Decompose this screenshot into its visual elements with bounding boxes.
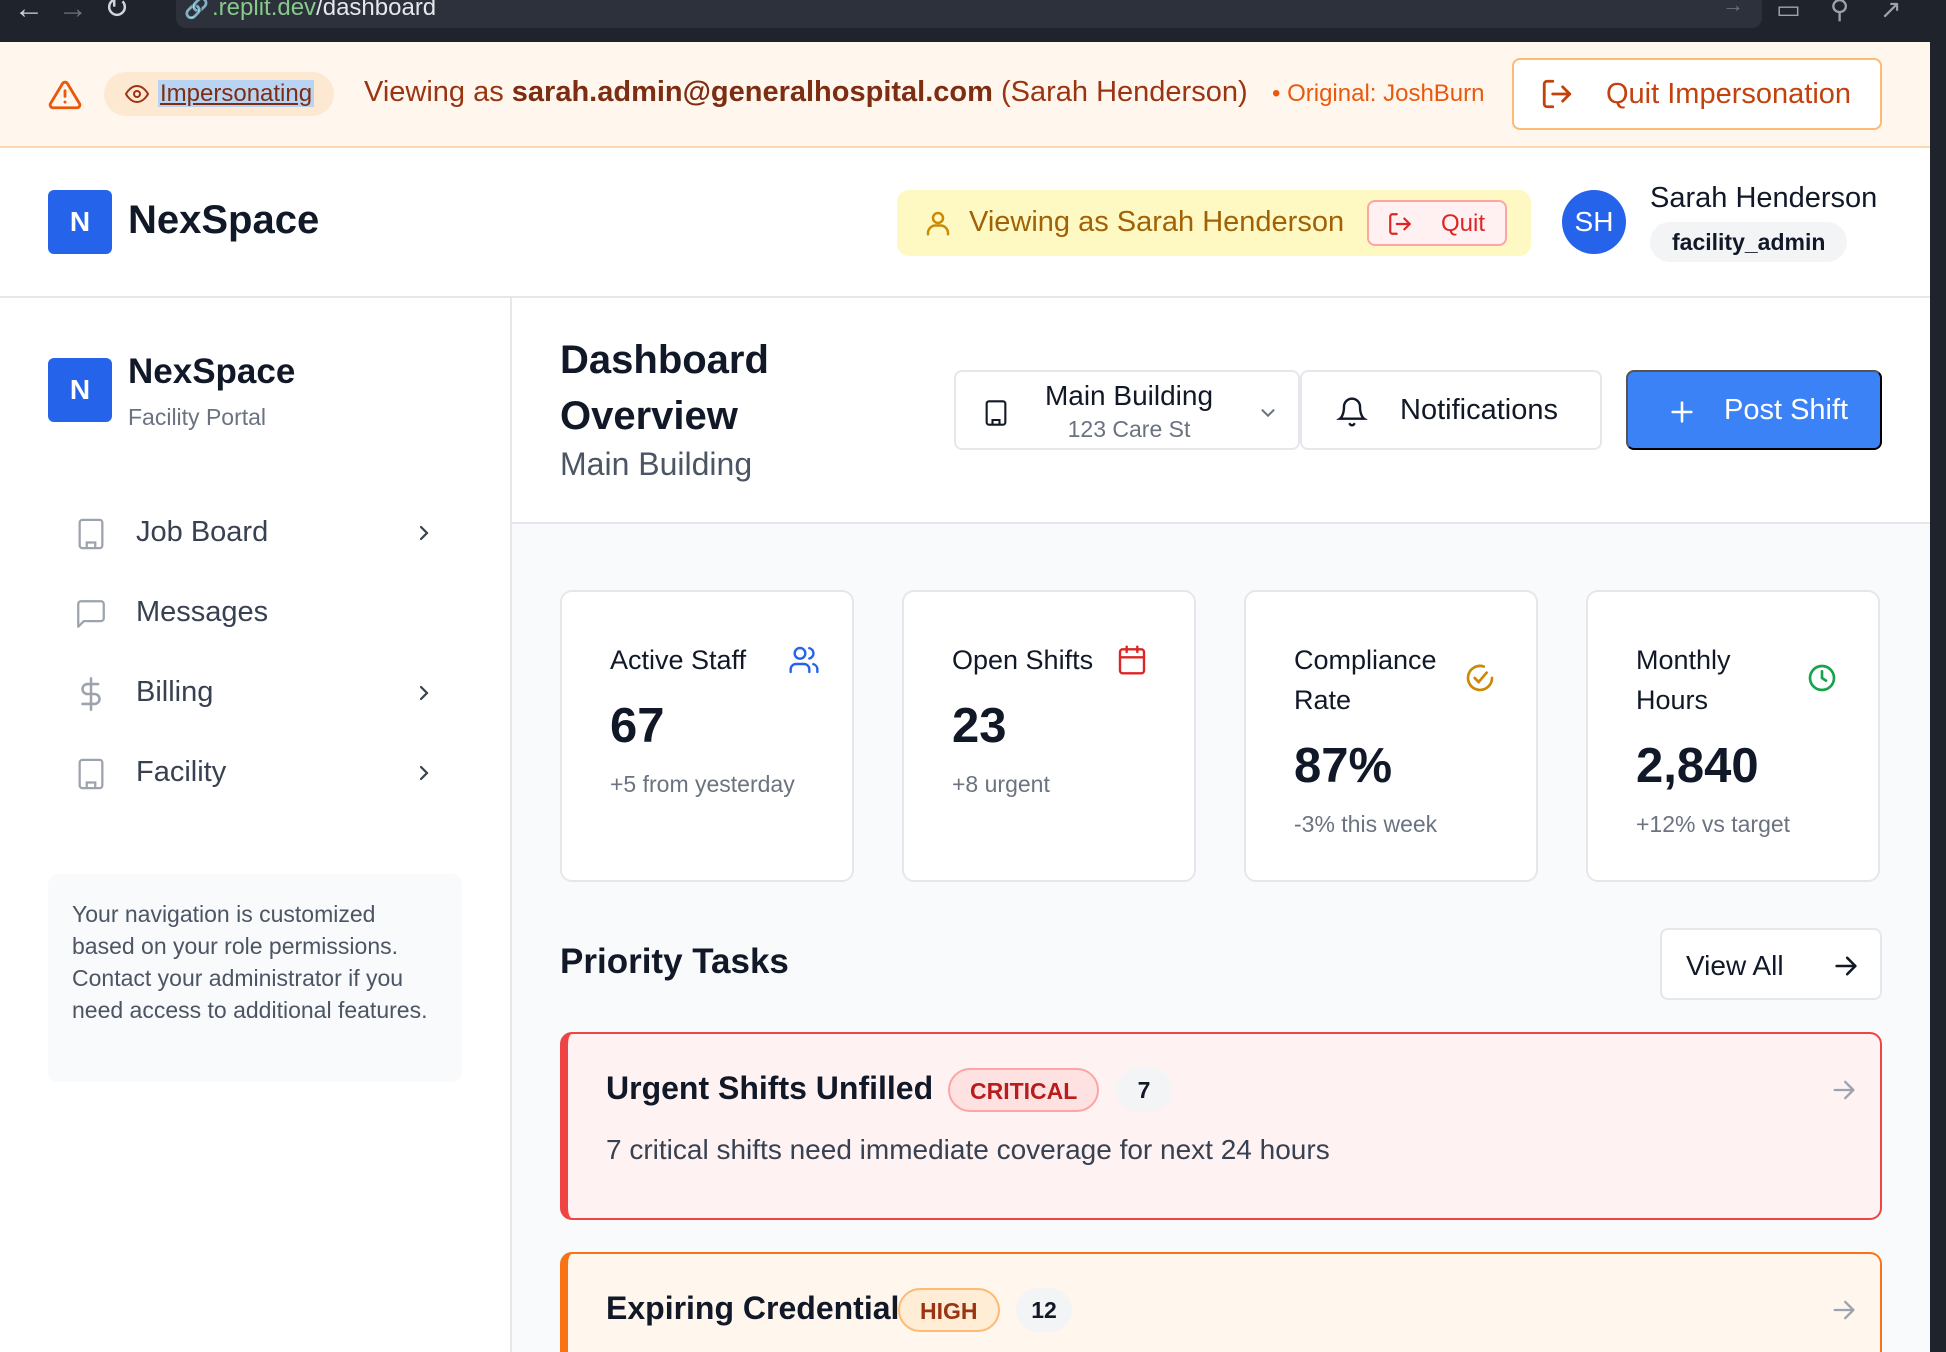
notifications-button[interactable]: Notifications bbox=[1300, 370, 1602, 450]
check-circle-icon bbox=[1466, 664, 1494, 692]
stat-card-compliance-rate[interactable]: Compliance Rate 87% -3% this week bbox=[1244, 590, 1538, 882]
task-count: 12 bbox=[1016, 1288, 1072, 1332]
bell-icon bbox=[1336, 397, 1368, 427]
priority-badge: CRITICAL bbox=[948, 1068, 1100, 1112]
stat-card-monthly-hours[interactable]: Monthly Hours 2,840 +12% vs target bbox=[1586, 590, 1880, 882]
stat-card-active-staff[interactable]: Active Staff 67 +5 from yesterday bbox=[560, 590, 854, 882]
impersonating-badge: Impersonating bbox=[104, 72, 335, 116]
logo[interactable]: N bbox=[48, 190, 112, 254]
reload-icon[interactable]: ↻ bbox=[104, 0, 129, 24]
user-name: Sarah Henderson bbox=[1650, 182, 1878, 214]
priority-task-expiring-credentials[interactable]: Expiring Credentials HIGH 12 bbox=[560, 1252, 1882, 1352]
priority-badge: HIGH bbox=[898, 1288, 1000, 1332]
monitor-icon[interactable]: ▭ bbox=[1776, 0, 1801, 25]
navigation-note: Your navigation is customized based on y… bbox=[48, 874, 462, 1082]
link-icon: 🔗 bbox=[184, 0, 209, 20]
app-header: N NexSpace Viewing as Sarah Henderson Qu… bbox=[0, 148, 1930, 298]
eye-icon bbox=[124, 84, 150, 104]
chevron-right-icon bbox=[419, 685, 429, 701]
view-all-button[interactable]: View All bbox=[1660, 928, 1882, 1000]
clock-icon bbox=[1808, 664, 1836, 692]
sidebar-item-facility[interactable]: Facility bbox=[48, 738, 448, 808]
user-icon bbox=[926, 211, 950, 236]
window-edge bbox=[1930, 0, 1946, 1352]
quit-impersonation-button[interactable]: Quit Impersonation bbox=[1512, 58, 1882, 130]
brand-name: NexSpace bbox=[128, 198, 320, 242]
log-out-icon bbox=[1542, 79, 1572, 109]
page-subtitle: Main Building bbox=[560, 446, 753, 482]
building-icon bbox=[78, 758, 104, 790]
browser-toolbar: ← → ↻ 🔗 .replit.dev/dashboard → ▭ ⚲ ↗ bbox=[0, 0, 1946, 42]
building-address: 123 Care St bbox=[1067, 416, 1191, 442]
dashboard-header: Dashboard Overview Main Building Main Bu… bbox=[512, 298, 1930, 524]
original-user-text: • Original: JoshBurn bbox=[1272, 80, 1485, 107]
impersonation-viewing-text: Viewing as sarah.admin@generalhospital.c… bbox=[364, 76, 1248, 108]
dollar-icon bbox=[81, 677, 101, 711]
wrench-icon[interactable]: ⚲ bbox=[1830, 0, 1849, 25]
external-link-icon[interactable]: ↗ bbox=[1880, 0, 1902, 25]
task-description: 7 critical shifts need immediate coverag… bbox=[606, 1134, 1330, 1165]
arrow-right-icon[interactable] bbox=[1830, 1296, 1858, 1324]
arrow-right-icon bbox=[1835, 956, 1857, 976]
avatar[interactable]: SH bbox=[1562, 190, 1626, 254]
viewing-as-indicator: Viewing as Sarah Henderson Quit bbox=[897, 190, 1531, 256]
chevron-down-icon bbox=[1261, 409, 1275, 418]
task-count: 7 bbox=[1116, 1068, 1172, 1112]
forward-icon[interactable]: → bbox=[58, 0, 88, 24]
log-out-icon bbox=[1389, 213, 1411, 235]
users-icon bbox=[789, 646, 819, 674]
building-name: Main Building bbox=[1044, 380, 1214, 411]
impersonation-banner: Impersonating Viewing as sarah.admin@gen… bbox=[0, 42, 1930, 148]
building-select[interactable]: Main Building 123 Care St bbox=[954, 370, 1300, 450]
plus-icon bbox=[1671, 401, 1693, 423]
page-title: Dashboard Overview bbox=[560, 338, 769, 438]
dashboard-content: Active Staff 67 +5 from yesterday Open S… bbox=[512, 524, 1930, 1352]
sidebar-item-messages[interactable]: Messages bbox=[48, 578, 448, 648]
warning-icon bbox=[48, 80, 82, 110]
page: ← → ↻ 🔗 .replit.dev/dashboard → ▭ ⚲ ↗ Im… bbox=[0, 0, 1946, 1352]
building-icon bbox=[78, 518, 104, 550]
sidebar-item-job-board[interactable]: Job Board bbox=[48, 498, 448, 568]
priority-task-urgent-shifts[interactable]: Urgent Shifts Unfilled CRITICAL 7 7 crit… bbox=[560, 1032, 1882, 1220]
priority-tasks-heading: Priority Tasks bbox=[560, 942, 789, 981]
arrow-right-icon[interactable] bbox=[1830, 1076, 1858, 1104]
url-text[interactable]: .replit.dev/dashboard bbox=[212, 0, 436, 22]
impersonated-email: sarah.admin@generalhospital.com bbox=[511, 76, 993, 108]
chevron-right-icon bbox=[419, 765, 429, 781]
post-shift-button[interactable]: Post Shift bbox=[1626, 370, 1882, 450]
sidebar-item-billing[interactable]: Billing bbox=[48, 658, 448, 728]
sidebar-logo[interactable]: N bbox=[48, 358, 112, 422]
stat-card-open-shifts[interactable]: Open Shifts 23 +8 urgent bbox=[902, 590, 1196, 882]
calendar-icon bbox=[1118, 645, 1146, 675]
back-icon[interactable]: ← bbox=[14, 0, 44, 24]
message-icon bbox=[77, 600, 105, 628]
go-icon[interactable]: → bbox=[1722, 0, 1744, 18]
quit-button[interactable]: Quit bbox=[1367, 200, 1507, 246]
sidebar: N NexSpace Facility Portal Job Board Mes… bbox=[0, 298, 512, 1352]
chevron-right-icon bbox=[419, 525, 429, 541]
address-bar[interactable]: 🔗 .replit.dev/dashboard → bbox=[176, 0, 1762, 28]
role-badge: facility_admin bbox=[1650, 222, 1848, 262]
sidebar-brand: NexSpace bbox=[128, 352, 296, 391]
sidebar-subtitle: Facility Portal bbox=[128, 404, 267, 430]
